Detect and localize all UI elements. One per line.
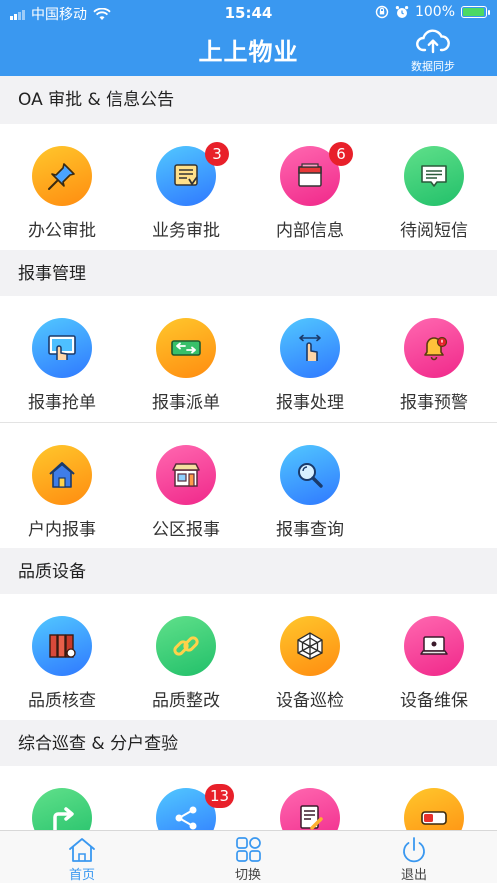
web-icon xyxy=(280,616,340,676)
laptop-repair-icon xyxy=(404,616,464,676)
tab-switch[interactable]: 切换 xyxy=(188,831,308,883)
equipment-inspection-label: 设备巡检 xyxy=(276,691,344,711)
patrol-item-2-badge: 13 xyxy=(205,784,235,808)
status-right: 100% xyxy=(375,4,490,20)
business-approval-badge: 3 xyxy=(205,142,229,166)
quality-rectify-label: 品质整改 xyxy=(152,691,220,711)
quality-rectify-button[interactable]: 品质整改 xyxy=(124,594,248,720)
public-area-report-label: 公区报事 xyxy=(152,520,220,540)
indoor-report-label: 户内报事 xyxy=(28,520,96,540)
magnifier-icon xyxy=(280,445,340,505)
public-area-report-button[interactable]: 公区报事 xyxy=(124,423,248,549)
app-header: 中国移动 15:44 100% 上上物业 数据同步 xyxy=(0,0,497,76)
tab-switch-label: 切换 xyxy=(234,868,261,883)
battery-icon xyxy=(461,6,490,18)
home-icon xyxy=(69,838,95,862)
data-sync-button[interactable]: 数据同步 xyxy=(405,28,461,74)
tab-logout-label: 退出 xyxy=(400,868,427,883)
storefront-icon xyxy=(156,445,216,505)
chain-link-icon xyxy=(156,616,216,676)
data-sync-label: 数据同步 xyxy=(411,60,455,73)
quality-check-label: 品质核查 xyxy=(28,691,96,711)
indoor-report-button[interactable]: 户内报事 xyxy=(0,423,124,549)
report-dispatch-button[interactable]: 报事派单 xyxy=(124,296,248,422)
battery-level xyxy=(463,8,484,16)
bottom-tab-bar: 首页 切换 退出 xyxy=(0,830,497,883)
internal-info-badge: 6 xyxy=(329,142,353,166)
report-query-label: 报事查询 xyxy=(276,520,344,540)
binders-icon xyxy=(32,616,92,676)
grid-row-oa: 办公审批 3 业务审批 6 内部信息 待阅短信 xyxy=(0,124,497,250)
tab-home-label: 首页 xyxy=(68,868,95,883)
alarm-icon xyxy=(395,6,409,18)
pending-sms-button[interactable]: 待阅短信 xyxy=(372,124,496,250)
pin-icon xyxy=(32,146,92,206)
battery-percent: 100% xyxy=(414,4,455,20)
office-approval-label: 办公审批 xyxy=(28,221,96,241)
report-warning-button[interactable]: 报事预警 xyxy=(372,296,496,422)
cloud-sync-icon xyxy=(416,29,450,54)
quality-check-button[interactable]: 品质核查 xyxy=(0,594,124,720)
section-title-oa: OA 审批 & 信息公告 xyxy=(0,76,497,124)
business-approval-button[interactable]: 3 业务审批 xyxy=(124,124,248,250)
grid-row-quality: 品质核查 品质整改 设备巡检 设备维保 xyxy=(0,594,497,720)
report-warning-label: 报事预警 xyxy=(400,393,468,413)
report-dispatch-label: 报事派单 xyxy=(152,393,220,413)
house-icon xyxy=(32,445,92,505)
sms-icon xyxy=(404,146,464,206)
report-query-button[interactable]: 报事查询 xyxy=(248,423,372,549)
section-title-quality: 品质设备 xyxy=(0,548,497,596)
grid-switch-icon xyxy=(236,837,261,862)
equipment-maintenance-button[interactable]: 设备维保 xyxy=(372,594,496,720)
report-handle-label: 报事处理 xyxy=(276,393,344,413)
equipment-maintenance-label: 设备维保 xyxy=(400,691,468,711)
office-approval-button[interactable]: 办公审批 xyxy=(0,124,124,250)
bell-alert-icon xyxy=(404,318,464,378)
internal-info-label: 内部信息 xyxy=(276,221,344,241)
report-grab-label: 报事抢单 xyxy=(28,393,96,413)
status-bar: 中国移动 15:44 100% xyxy=(0,0,497,26)
equipment-inspection-button[interactable]: 设备巡检 xyxy=(248,594,372,720)
power-icon xyxy=(403,837,425,863)
dispatch-icon xyxy=(156,318,216,378)
section-title-report: 报事管理 xyxy=(0,250,497,298)
pending-sms-label: 待阅短信 xyxy=(400,221,468,241)
business-approval-label: 业务审批 xyxy=(152,221,220,241)
swipe-hand-icon xyxy=(280,318,340,378)
report-handle-button[interactable]: 报事处理 xyxy=(248,296,372,422)
section-title-patrol: 综合巡查 & 分户查验 xyxy=(0,720,497,768)
rotation-lock-icon xyxy=(375,5,389,19)
grid-row-report-1: 报事抢单 报事派单 报事处理 报事预警 xyxy=(0,296,497,422)
internal-info-button[interactable]: 6 内部信息 xyxy=(248,124,372,250)
tab-logout[interactable]: 退出 xyxy=(354,831,474,883)
touch-screen-icon xyxy=(32,318,92,378)
tab-home[interactable]: 首页 xyxy=(22,831,142,883)
report-grab-button[interactable]: 报事抢单 xyxy=(0,296,124,422)
grid-row-report-2: 户内报事 公区报事 报事查询 xyxy=(0,422,497,548)
